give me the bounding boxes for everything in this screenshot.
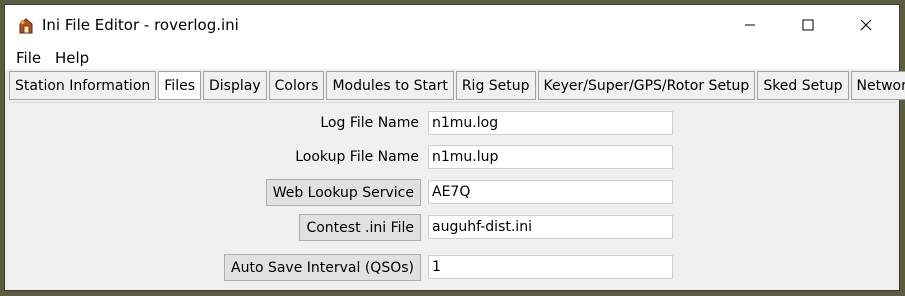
contest-ini-input[interactable] [428, 215, 673, 239]
close-icon [860, 19, 872, 31]
menu-help[interactable]: Help [55, 49, 89, 67]
ini-file-editor-window: Ini File Editor - roverlog.ini File Help… [4, 4, 905, 291]
tab-colors[interactable]: Colors [268, 71, 325, 100]
contest-ini-file-button[interactable]: Contest .ini File [299, 214, 421, 241]
tab-networking[interactable]: Networking [850, 71, 905, 100]
tab-sked-setup[interactable]: Sked Setup [757, 71, 849, 100]
lookup-file-input[interactable] [428, 145, 673, 169]
contest-ini-row: Contest .ini File [9, 213, 896, 241]
app-icon [19, 18, 33, 34]
tab-rig-setup[interactable]: Rig Setup [455, 71, 536, 100]
auto-save-input[interactable] [428, 255, 673, 279]
web-lookup-row: Web Lookup Service [9, 178, 896, 206]
tab-keyer-super-gps-rotor-setup[interactable]: Keyer/Super/GPS/Rotor Setup [537, 71, 756, 100]
tab-display[interactable]: Display [203, 71, 267, 100]
close-button[interactable] [837, 5, 895, 45]
web-lookup-service-button[interactable]: Web Lookup Service [265, 179, 421, 206]
maximize-button[interactable] [779, 5, 837, 45]
files-tab-panel: Log File Name Lookup File Name Web Looku… [9, 102, 896, 287]
tab-modules-to-start[interactable]: Modules to Start [326, 71, 454, 100]
tab-strip: Station Information Files Display Colors… [9, 71, 905, 100]
title-bar[interactable]: Ini File Editor - roverlog.ini [5, 5, 899, 45]
lookup-file-row: Lookup File Name [9, 143, 896, 171]
log-file-row: Log File Name [9, 109, 896, 137]
web-lookup-input[interactable] [428, 180, 673, 204]
tab-files[interactable]: Files [158, 71, 201, 100]
window-title: Ini File Editor - roverlog.ini [42, 16, 239, 34]
log-file-label: Log File Name [320, 115, 419, 131]
auto-save-row: Auto Save Interval (QSOs) [9, 253, 896, 281]
minimize-button[interactable] [721, 5, 779, 45]
log-file-input[interactable] [428, 111, 673, 135]
menu-bar: File Help [5, 45, 899, 69]
lookup-file-label: Lookup File Name [295, 149, 419, 165]
minimize-icon [745, 24, 755, 26]
tab-station-information[interactable]: Station Information [9, 71, 157, 100]
auto-save-interval-button[interactable]: Auto Save Interval (QSOs) [224, 254, 421, 281]
menu-file[interactable]: File [16, 49, 41, 67]
maximize-icon [802, 19, 814, 31]
